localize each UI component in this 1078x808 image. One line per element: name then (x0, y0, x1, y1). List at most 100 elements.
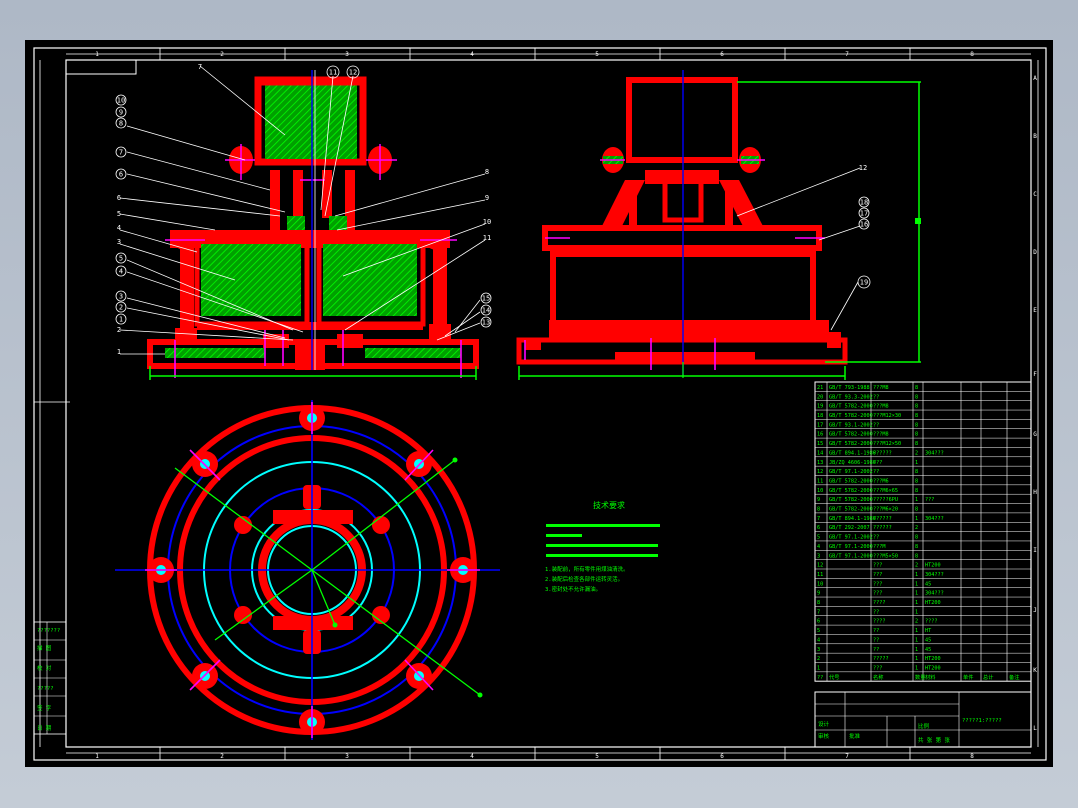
bom-cell: 45 (925, 581, 931, 587)
bom-cell: 10 (817, 488, 823, 494)
cad-viewport[interactable]: 1 2 3 4 5 6 7 8 1 2 3 4 5 6 7 8 A B C D … (25, 40, 1053, 767)
bom-cell: 2 (817, 656, 820, 662)
bom-cell: GB/T 93.3-2002 (829, 394, 873, 400)
zone-letter: E (1033, 307, 1037, 314)
bom-cell: 1 (817, 665, 820, 671)
bom-cell: ???M8 (873, 432, 889, 438)
bom-cell: 1 (915, 497, 918, 503)
zone-number: 5 (595, 753, 599, 760)
corner-code-box (65, 59, 137, 75)
bom-cell: 1 (915, 656, 918, 662)
bom-cell: 8 (817, 600, 820, 606)
part-label: 12 (859, 164, 867, 172)
part-balloon: 5 (119, 255, 123, 263)
bom-cell: 13 (817, 460, 823, 466)
part-balloon: 7 (119, 149, 123, 157)
part-label: 11 (483, 234, 491, 242)
bom-cell: ?? (873, 422, 879, 428)
bom-cell: 1 (915, 516, 918, 522)
bom-cell: 1 (915, 460, 918, 466)
part-balloon: 12 (349, 69, 357, 77)
bom-cell: 8 (915, 413, 918, 419)
bom-cell: ?? (873, 628, 879, 634)
zone-number: 7 (845, 753, 849, 760)
bom-cell: ???M6×20 (873, 507, 898, 513)
technical-requirements: 技术要求 1.装配前，所有零件用煤油清洗。 2.装配后检查各部件运转灵活。 3.… (545, 500, 660, 593)
bom-cell: GB/T 5782-2000 (829, 413, 873, 419)
part-balloon: 3 (119, 293, 123, 301)
bom-cell: ?? (873, 535, 879, 541)
bom-cell: ??? (925, 497, 934, 503)
bom-cell: HT200 (925, 600, 941, 606)
bom-cell: ?? (873, 647, 879, 653)
part-label: 4 (117, 224, 121, 232)
bom-cell: 21 (817, 385, 823, 391)
zone-number: 3 (345, 753, 349, 760)
zone-letter: I (1033, 547, 1037, 554)
bom-cell: ??? (873, 572, 882, 578)
bom-cell: 8 (915, 535, 918, 541)
bom-cell: GB/T 5782-2000 (829, 497, 873, 503)
part-label: 2 (117, 326, 121, 334)
bom-cell: 4 (817, 544, 820, 550)
bom-cell: ??? (873, 460, 882, 466)
bom-cell: ???M12×30 (873, 413, 901, 419)
bom-cell: 4 (817, 637, 820, 643)
bom-cell: ????? (873, 656, 889, 662)
bom-cell: ??? (873, 563, 882, 569)
zone-letter: H (1033, 489, 1037, 496)
bom-cell: GB/T 5782-2000 (829, 441, 873, 447)
bom-table: 21 GB/T 793-1988 ???M8 820 GB/T 93.3-2002?? 8… (814, 381, 1032, 682)
bom-cell: ??? (873, 581, 882, 587)
bom-cell: GB/T 5782-2000 (829, 478, 873, 484)
bom-cell: 1 (915, 637, 918, 643)
zone-letter: C (1033, 191, 1037, 198)
bom-cell: GB/T 894.1-1986 (829, 450, 876, 456)
bom-cell: 1 (915, 581, 918, 587)
bom-cell: ?? (873, 394, 879, 400)
notes-line: 3.密封处不允许漏油。 (545, 585, 601, 593)
part-label: 10 (483, 218, 491, 226)
bom-cell: ?????? (873, 450, 892, 456)
bom-cell: ???M6 (873, 478, 889, 484)
zone-number: 7 (845, 51, 849, 58)
part-balloon: 8 (119, 120, 123, 128)
notes-line: 2.装配后检查各部件运转灵活。 (545, 575, 623, 583)
part-label: 1 (117, 348, 121, 356)
title-block: ?????1:????? 比例 共 张 第 张 设计 审核 批准 (814, 691, 1032, 748)
side-label: 校 对 (37, 664, 52, 672)
bom-cell: ???? (925, 619, 938, 625)
bom-cell: ???M6×65 (873, 488, 898, 494)
zone-letter: L (1033, 725, 1037, 732)
bom-cell: 8 (915, 441, 918, 447)
bom-cell: ???M12×50 (873, 441, 901, 447)
side-view: 12 18 17 16 19 (516, 70, 921, 380)
zone-number: 3 (345, 51, 349, 58)
side-label: 日 期 (37, 725, 52, 732)
bom-cell: 1 (915, 647, 918, 653)
bom-cell: 304??? (925, 572, 944, 578)
bom-cell: ??? (873, 665, 882, 671)
bom-cell: 6 (817, 525, 820, 531)
bom-cell: 8 (915, 385, 918, 391)
bom-cell: 8 (915, 469, 918, 475)
bom-cell: 1 (915, 665, 918, 671)
bom-cell: 2 (915, 450, 918, 456)
approve-label: 批准 (849, 732, 861, 740)
bom-cell: GB/T 5782-2000 (829, 507, 873, 513)
bom-cell: 19 (817, 404, 823, 410)
bom-cell: 15 (817, 441, 823, 447)
bom-cell: 304??? (925, 591, 944, 597)
bom-cell: GB/T 894.1-1986 (829, 516, 876, 522)
zone-number: 6 (720, 51, 724, 58)
bom-cell: 5 (817, 628, 820, 634)
bom-cell: 8 (915, 404, 918, 410)
notes-line: 1.装配前，所有零件用煤油清洗。 (545, 565, 629, 573)
bom-cell: GB/T 292-2007 (829, 525, 870, 531)
bom-header-cell: 总计 (983, 673, 993, 681)
plan-view (115, 400, 500, 740)
zone-number: 2 (220, 753, 224, 760)
part-label: 3 (117, 238, 121, 246)
bom-cell: 1 (915, 609, 918, 615)
side-label: ??????? (37, 628, 60, 634)
